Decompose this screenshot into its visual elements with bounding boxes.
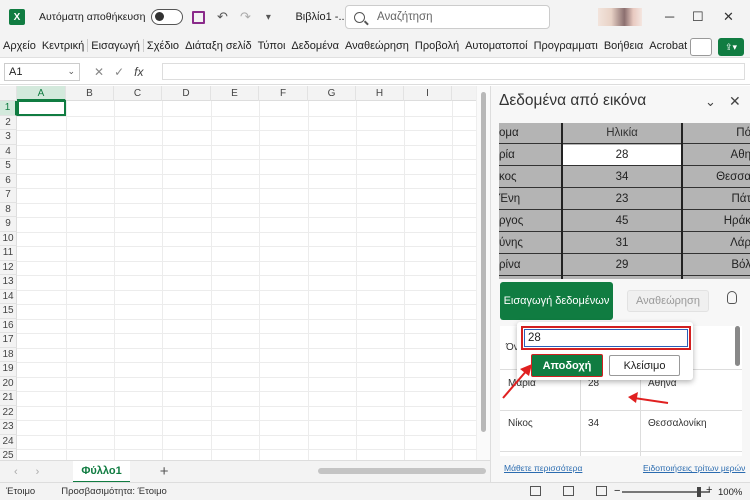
annotation-arrow-left [502,364,532,399]
annotation-arrow-right [628,392,669,404]
annotation-arrows [502,364,669,404]
